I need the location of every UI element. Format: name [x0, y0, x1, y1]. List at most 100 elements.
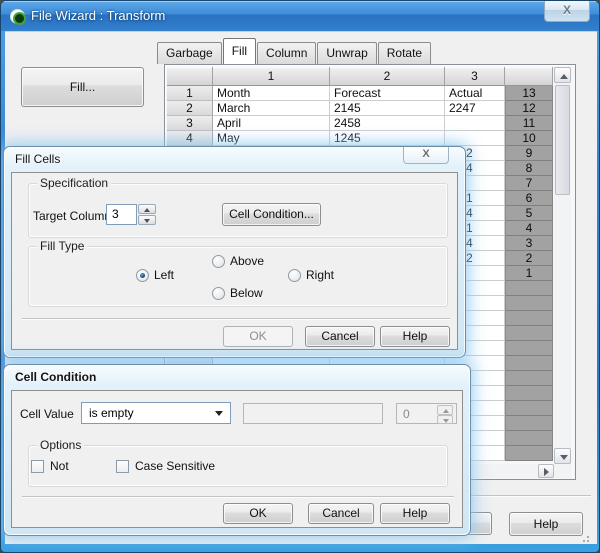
- tab-column[interactable]: Column: [257, 42, 317, 64]
- operator-dropdown[interactable]: is empty: [81, 402, 231, 424]
- radio-above-circle: [212, 254, 225, 268]
- grid-cell[interactable]: Forecast: [330, 86, 445, 101]
- table-row: 1 Month Forecast Actual 13: [167, 86, 553, 101]
- index-cell: 2: [505, 251, 553, 266]
- cell-condition-title: Cell Condition: [15, 370, 97, 384]
- index-cell: [505, 356, 553, 371]
- index-cell: 12: [505, 101, 553, 116]
- number-up-icon: [437, 405, 453, 415]
- radio-left[interactable]: Left: [136, 268, 174, 282]
- case-sensitive-checkbox[interactable]: Case Sensitive: [116, 459, 215, 473]
- grid-cell[interactable]: 2145: [330, 101, 445, 116]
- vertical-scrollbar[interactable]: [554, 67, 571, 464]
- fill-cells-cancel-button[interactable]: Cancel: [305, 326, 375, 347]
- grid-header-row: 123: [167, 67, 553, 86]
- scroll-right-icon[interactable]: [538, 464, 554, 478]
- target-column-input[interactable]: 3: [106, 204, 137, 225]
- cell-condition-cancel-button[interactable]: Cancel: [308, 503, 374, 524]
- radio-below[interactable]: Below: [212, 286, 263, 300]
- not-checkbox[interactable]: Not: [31, 459, 69, 473]
- main-help-button[interactable]: Help: [509, 512, 583, 536]
- not-checkbox-box: [31, 459, 44, 473]
- column-header-3[interactable]: 3: [445, 67, 505, 86]
- index-cell: 10: [505, 131, 553, 146]
- titlebar: File Wizard : Transform: [1, 1, 599, 31]
- index-cell: [505, 311, 553, 326]
- tab-fill[interactable]: Fill: [222, 38, 257, 64]
- stepper-up-icon[interactable]: [138, 204, 156, 214]
- specification-group-label: Specification: [37, 176, 112, 190]
- number-down-icon: [437, 415, 453, 424]
- cell-condition-groove: [22, 496, 454, 498]
- index-cell: [505, 386, 553, 401]
- fill-cells-help-button[interactable]: Help: [380, 326, 450, 347]
- fill-button[interactable]: Fill...: [21, 67, 144, 107]
- tab-rotate[interactable]: Rotate: [377, 42, 432, 64]
- radio-above[interactable]: Above: [212, 254, 264, 268]
- scroll-down-icon[interactable]: [554, 448, 571, 464]
- table-row: 4 May 1245 10: [167, 131, 553, 146]
- radio-left-circle: [136, 268, 149, 282]
- cell-condition-button[interactable]: Cell Condition...: [222, 203, 321, 226]
- row-number-cell[interactable]: 3: [167, 116, 213, 131]
- row-number-cell[interactable]: 1: [167, 86, 213, 101]
- index-cell: 5: [505, 206, 553, 221]
- index-cell: 8: [505, 161, 553, 176]
- index-cell: 1: [505, 266, 553, 281]
- grid-cell[interactable]: 1245: [330, 131, 445, 146]
- radio-below-circle: [212, 286, 225, 300]
- radio-right-label: Right: [306, 268, 335, 282]
- fill-cells-ok-button: OK: [223, 326, 293, 347]
- grid-cell[interactable]: [445, 116, 505, 131]
- index-cell: 13: [505, 86, 553, 101]
- row-number-cell[interactable]: 4: [167, 131, 213, 146]
- tab-unwrap[interactable]: Unwrap: [317, 42, 377, 64]
- cell-condition-ok-button[interactable]: OK: [223, 503, 293, 524]
- case-sensitive-checkbox-label: Case Sensitive: [135, 459, 216, 473]
- tab-strip: Garbage Fill Column Unwrap Rotate: [157, 38, 432, 64]
- index-cell: [505, 296, 553, 311]
- fill-cells-close-button[interactable]: X: [403, 147, 449, 164]
- grid-cell[interactable]: [445, 131, 505, 146]
- grid-cell[interactable]: 2247: [445, 101, 505, 116]
- grid-cell[interactable]: May: [213, 131, 330, 146]
- index-cell: [505, 431, 553, 446]
- column-header-2[interactable]: 2: [330, 67, 445, 86]
- index-cell: 7: [505, 176, 553, 191]
- cell-condition-help-button[interactable]: Help: [380, 503, 450, 524]
- index-cell: [505, 446, 553, 461]
- grid-cell[interactable]: April: [213, 116, 330, 131]
- not-checkbox-label: Not: [50, 459, 69, 473]
- row-number-cell[interactable]: 2: [167, 101, 213, 116]
- target-column-label: Target Column: [33, 209, 112, 223]
- index-cell: 9: [505, 146, 553, 161]
- file-wizard-window: File Wizard : Transform X Fill... Garbag…: [0, 0, 600, 553]
- grid-cell[interactable]: Actual: [445, 86, 505, 101]
- radio-right[interactable]: Right: [288, 268, 334, 282]
- grid-cell[interactable]: Month: [213, 86, 330, 101]
- cell-condition-dialog: Cell Condition Cell Value is empty 0 Opt…: [3, 364, 471, 536]
- stepper-down-icon[interactable]: [138, 215, 156, 225]
- grid-cell[interactable]: 2458: [330, 116, 445, 131]
- radio-right-circle: [288, 268, 301, 282]
- resize-grip[interactable]: [581, 534, 591, 544]
- scroll-up-icon[interactable]: [554, 67, 571, 83]
- condition-number-spinner: 0: [396, 403, 457, 424]
- index-cell: [505, 371, 553, 386]
- grid-cell[interactable]: March: [213, 101, 330, 116]
- tab-garbage[interactable]: Garbage: [157, 42, 222, 64]
- window-title: File Wizard : Transform: [31, 8, 166, 23]
- app-icon: [10, 9, 26, 25]
- fill-cells-body: Specification Target Column 3 Cell Condi…: [11, 172, 458, 350]
- fill-cells-title: Fill Cells: [15, 152, 61, 166]
- cell-condition-body: Cell Value is empty 0 Options Not Case S…: [11, 390, 463, 528]
- target-column-stepper[interactable]: [138, 204, 156, 225]
- index-cell: [505, 326, 553, 341]
- close-button[interactable]: X: [544, 1, 590, 22]
- fill-type-group-label: Fill Type: [37, 239, 88, 253]
- options-group: Options: [28, 438, 448, 487]
- scrollbar-corner: [554, 464, 571, 478]
- vertical-scroll-thumb[interactable]: [555, 85, 570, 195]
- column-header-1[interactable]: 1: [213, 67, 330, 86]
- index-cell: 3: [505, 236, 553, 251]
